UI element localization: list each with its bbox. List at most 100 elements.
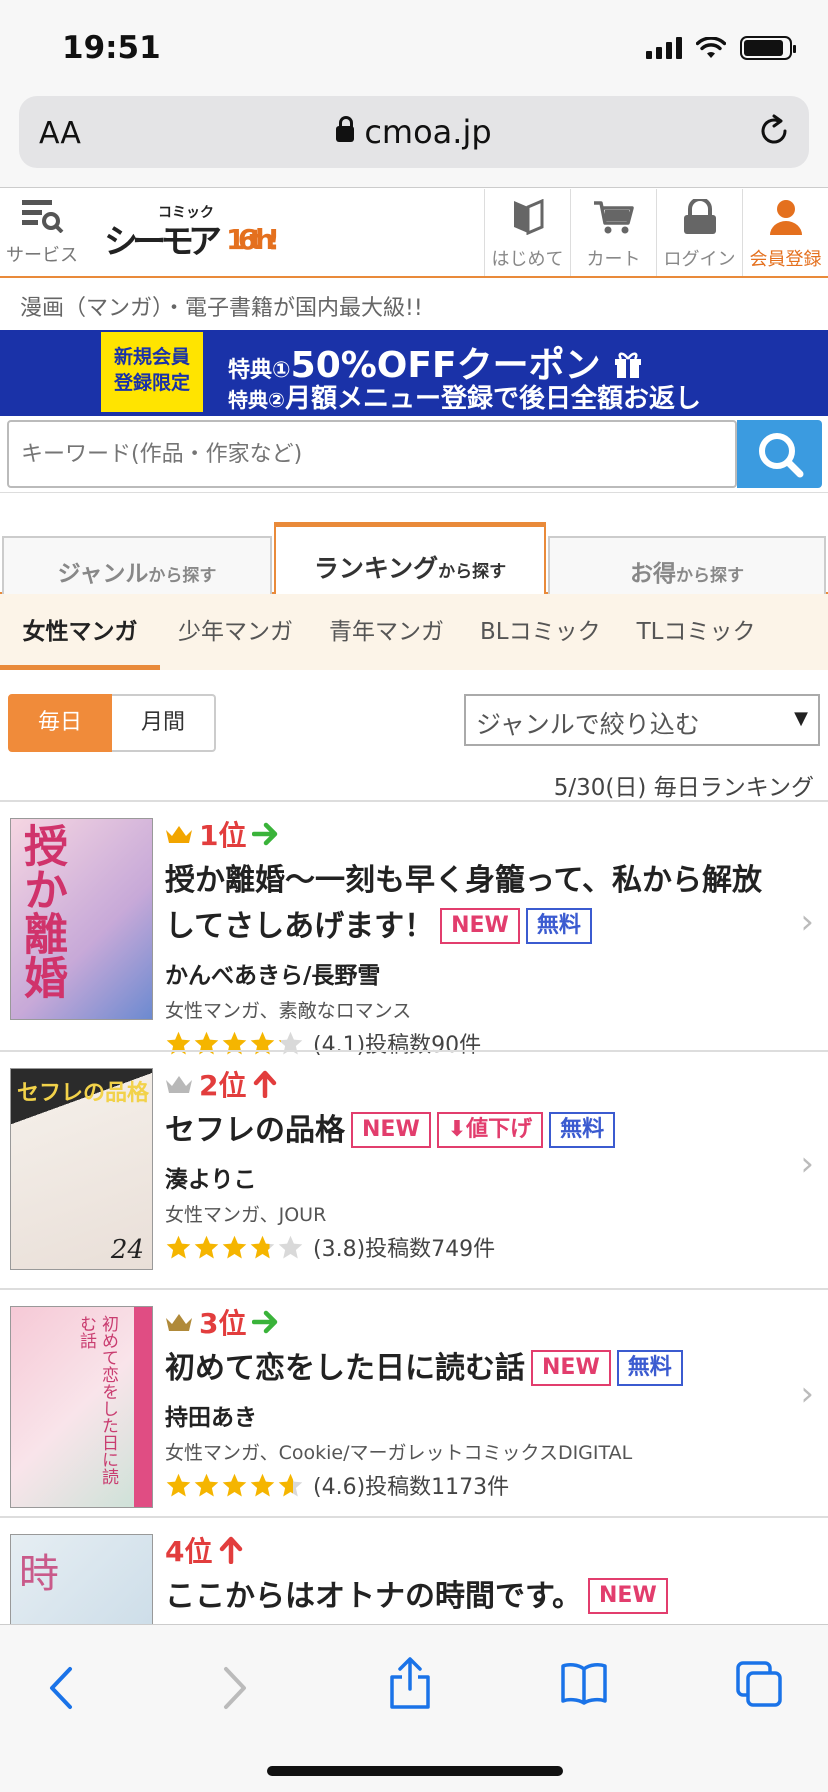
- service-menu-button[interactable]: サービス: [0, 197, 84, 267]
- forward-icon[interactable]: [216, 1665, 252, 1711]
- genre-filter-select[interactable]: ジャンルで絞り込む ▼: [464, 694, 820, 746]
- address-bar[interactable]: AA cmoa.jp: [19, 96, 809, 168]
- tab-deals[interactable]: お得から探す: [548, 536, 826, 594]
- chevron-right-icon[interactable]: ›: [800, 1374, 814, 1414]
- item-title[interactable]: 授か離婚〜一刻も早く身籠って、私から解放してさしあげます！ NEW 無料: [165, 858, 775, 950]
- wifi-icon: [696, 37, 726, 58]
- rank-text: 1位: [199, 819, 247, 852]
- period-daily-button[interactable]: 毎日: [8, 694, 112, 752]
- genre-tab-seinen[interactable]: 青年マンガ: [311, 594, 462, 670]
- item-info: 2位 セフレの品格 NEW ⬇値下げ 無料 湊よりこ 女性マンガ、JOUR (3.8)…: [165, 1064, 775, 1263]
- reload-icon[interactable]: [757, 114, 791, 148]
- main-tabs: ジャンルから探す ランキングから探す お得から探す: [0, 522, 828, 594]
- silver-crown-icon: [166, 1076, 192, 1093]
- star-icon: [278, 1235, 303, 1259]
- book-cover[interactable]: セフレの品格 24: [10, 1068, 153, 1270]
- svg-text:シーモア: シーモア: [104, 222, 222, 262]
- tab-ranking-suffix: から探す: [438, 562, 507, 582]
- item-title-text: セフレの品格: [165, 1113, 345, 1148]
- nav-register[interactable]: 会員登録: [742, 189, 828, 276]
- item-genre: 女性マンガ、JOUR: [165, 1204, 327, 1226]
- cmoa-logo: コミック シーモア 16th!: [104, 205, 280, 262]
- period-monthly-button[interactable]: 月間: [112, 694, 216, 752]
- trend-up-icon: [220, 1536, 243, 1564]
- star-icon: [194, 1473, 219, 1497]
- banner-line2-prefix: 特典②: [228, 388, 285, 412]
- svg-text:コミック: コミック: [158, 205, 214, 221]
- trend-up-right-icon: [252, 822, 278, 846]
- star-icon: [194, 1235, 219, 1259]
- item-info: 4位 ここからはオトナの時間です。 NEW: [165, 1530, 775, 1620]
- back-icon[interactable]: [44, 1665, 80, 1711]
- trend-up-right-icon: [252, 1310, 278, 1334]
- cover-title: 時: [19, 1551, 59, 1597]
- book-cover[interactable]: 授か離婚: [10, 818, 153, 1020]
- item-author[interactable]: かんべあきら/長野雪: [165, 956, 775, 990]
- genre-tab-tl[interactable]: TLコミック: [619, 594, 774, 670]
- share-icon[interactable]: [388, 1655, 432, 1711]
- book-icon: [513, 198, 543, 236]
- genre-tab-bl[interactable]: BLコミック: [462, 594, 619, 670]
- dropdown-arrow-icon: ▼: [794, 708, 808, 729]
- item-author[interactable]: 湊よりこ: [165, 1160, 775, 1194]
- banner-line2: 特典②月額メニュー登録で後日全額お返し: [228, 378, 701, 415]
- nav-cart-label: カート: [586, 249, 641, 270]
- chevron-right-icon[interactable]: ›: [800, 1144, 814, 1184]
- ranking-item-4[interactable]: 時 4位 ここからはオトナの時間です。 NEW: [0, 1516, 828, 1736]
- tab-deals-suffix: から探す: [676, 566, 744, 586]
- nav-login[interactable]: ログイン: [656, 189, 742, 276]
- rank-label: 1位: [165, 814, 775, 854]
- tab-genre-label: ジャンル: [57, 561, 149, 587]
- svg-text:16th!: 16th!: [226, 223, 280, 256]
- tab-ranking-label: ランキング: [313, 554, 439, 583]
- site-tagline: 漫画（マンガ）・電子書籍が国内最大級!!: [20, 296, 423, 321]
- arrow-down-icon: ⬇: [447, 1117, 467, 1142]
- ranking-item-2[interactable]: セフレの品格 24 2位 セフレの品格 NEW ⬇値下げ 無料 湊よりこ 女性マンガ、…: [0, 1050, 828, 1288]
- promo-banner[interactable]: 新規会員 登録限定 特典①50%OFFクーポン 特典②月額メニュー登録で後日全額…: [0, 330, 828, 416]
- rating-text: (3.8)投稿数749件: [313, 1237, 496, 1262]
- gift-icon: [615, 352, 642, 378]
- tab-genre[interactable]: ジャンルから探す: [2, 536, 272, 594]
- genre-tab-women[interactable]: 女性マンガ: [0, 594, 160, 670]
- site-logo[interactable]: コミック シーモア 16th!: [102, 201, 282, 263]
- item-author[interactable]: 持田あき: [165, 1398, 775, 1432]
- ranking-item-1[interactable]: 授か離婚 1位 授か離婚〜一刻も早く身籠って、私から解放してさしあげます！ NEW…: [0, 800, 828, 1058]
- lock-icon: [336, 116, 355, 142]
- nav-cart[interactable]: カート: [570, 189, 656, 276]
- divider: [0, 492, 828, 493]
- ranking-list: 授か離婚 1位 授か離婚〜一刻も早く身籠って、私から解放してさしあげます！ NEW…: [0, 800, 828, 1736]
- search-button[interactable]: [737, 420, 822, 488]
- url-display[interactable]: cmoa.jp: [19, 113, 809, 151]
- new-badge: NEW: [351, 1112, 431, 1148]
- nav-login-label: ログイン: [663, 249, 736, 270]
- tab-deals-label: お得: [630, 561, 676, 587]
- cover-title: 授か離婚: [16, 823, 67, 999]
- bookmarks-icon[interactable]: [560, 1661, 608, 1705]
- item-rating: (3.8)投稿数749件: [165, 1231, 775, 1263]
- rank-text: 3位: [199, 1307, 247, 1340]
- item-title[interactable]: セフレの品格 NEW ⬇値下げ 無料: [165, 1108, 775, 1154]
- nav-register-label: 会員登録: [749, 249, 822, 270]
- banner-line2-main: 月額メニュー登録で後日全額お返し: [284, 384, 701, 414]
- nav-first-time[interactable]: はじめて: [484, 189, 570, 276]
- rank-label: 2位: [165, 1064, 775, 1104]
- item-title[interactable]: ここからはオトナの時間です。 NEW: [165, 1574, 775, 1620]
- book-cover[interactable]: 初めて恋をした日に読む話: [10, 1306, 153, 1508]
- item-info: 3位 初めて恋をした日に読む話 NEW 無料 持田あき 女性マンガ、Cookie/マ…: [165, 1302, 775, 1501]
- browser-toolbar: AA cmoa.jp: [0, 96, 828, 188]
- banner-badge: 新規会員 登録限定: [101, 332, 203, 412]
- new-badge: NEW: [531, 1350, 611, 1386]
- ranking-item-3[interactable]: 初めて恋をした日に読む話 3位 初めて恋をした日に読む話 NEW 無料 持田あき 女…: [0, 1288, 828, 1516]
- genre-tab-shonen[interactable]: 少年マンガ: [160, 594, 311, 670]
- service-menu-icon: [22, 200, 64, 234]
- search-input[interactable]: [7, 420, 737, 488]
- price-down-text: 値下げ: [466, 1117, 533, 1142]
- tab-ranking[interactable]: ランキングから探す: [274, 522, 546, 594]
- tab-genre-suffix: から探す: [148, 566, 217, 586]
- tabs-icon[interactable]: [734, 1659, 784, 1709]
- cover-title: セフレの品格: [17, 1081, 150, 1106]
- chevron-right-icon[interactable]: ›: [800, 902, 814, 942]
- star-icon: [250, 1235, 275, 1259]
- item-title[interactable]: 初めて恋をした日に読む話 NEW 無料: [165, 1346, 775, 1392]
- star-icon: [250, 1473, 275, 1497]
